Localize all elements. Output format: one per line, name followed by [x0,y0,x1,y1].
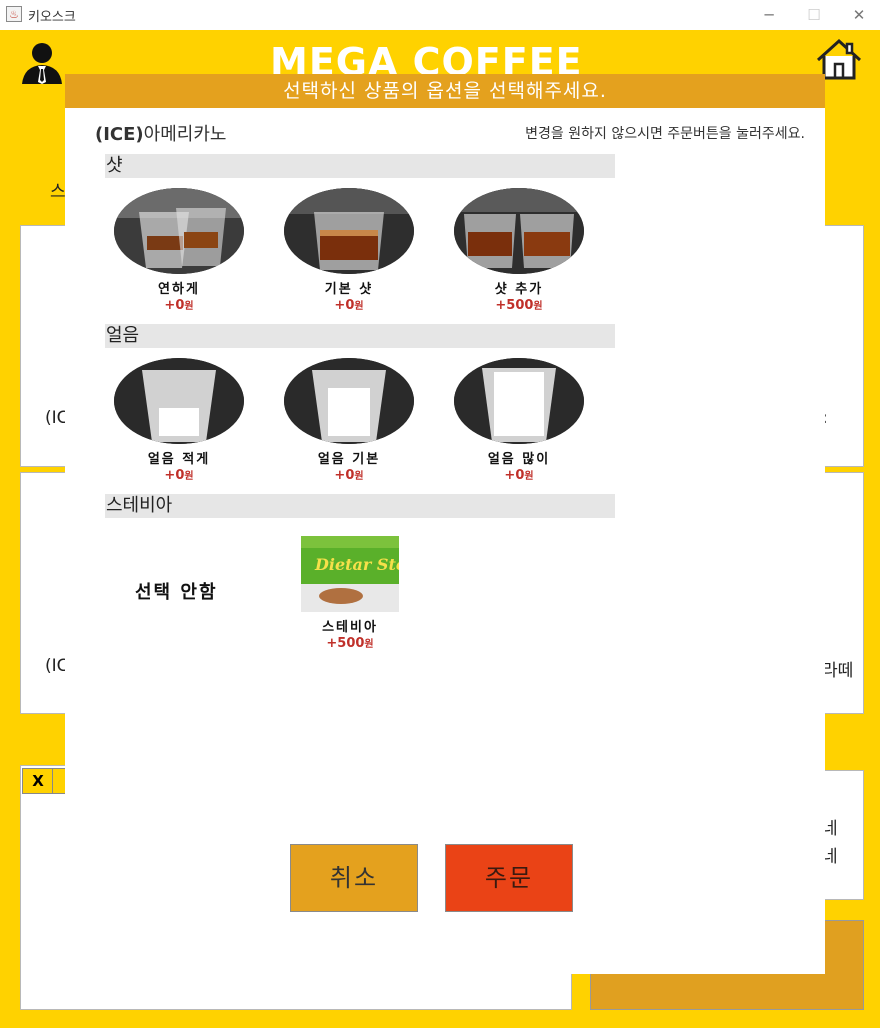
shot-extra-image [454,188,584,274]
shot-default-image [284,188,414,274]
option-label: 얼음 기본 [317,452,381,467]
option-stevia-none[interactable]: 선택 안함 [135,578,218,604]
ice-less-image [114,358,244,444]
section-ice-title: 얼음 [105,324,615,348]
section-shot-title: 샷 [105,154,615,178]
option-shot-default[interactable]: 기본 샷 +0원 [279,188,419,313]
bg-remove-button[interactable]: X [22,768,54,794]
admin-user-icon[interactable] [20,40,64,84]
window-titlebar: ♨ 키오스크 ─ ☐ ✕ [0,0,880,30]
stevia-product-text: Dietar Stevia [314,555,399,574]
option-label: 샷 추가 [494,282,544,297]
option-shot-extra[interactable]: 샷 추가 +500원 [449,188,589,313]
product-title: 아메리카노 [143,124,227,145]
option-ice-default[interactable]: 얼음 기본 +0원 [279,358,419,483]
ice-more-image [454,358,584,444]
option-label: 얼음 적게 [147,452,211,467]
options-dialog: 선택하신 상품의 옵션을 선택해주세요. (ICE)아메리카노 변경을 원하지 … [65,74,825,974]
order-button[interactable]: 주문 [445,844,573,912]
dialog-header: 선택하신 상품의 옵션을 선택해주세요. [65,74,825,108]
cancel-button[interactable]: 취소 [290,844,418,912]
option-label: 얼음 많이 [487,452,551,467]
option-label: 스테비아 [322,620,378,635]
option-label: 기본 샷 [324,282,374,297]
option-stevia[interactable]: Dietar Stevia 스테비아 +500원 [280,536,420,651]
bg-text: 라떼 [822,661,854,681]
bg-text: 스 [50,182,66,202]
window-title: 키오스크 [28,10,76,25]
stevia-product-image: Dietar Stevia [301,536,399,612]
java-app-icon: ♨ [6,6,22,22]
option-price: +0원 [504,468,534,483]
ice-default-image [284,358,414,444]
product-name: (ICE)아메리카노 [95,120,226,146]
option-price: +500원 [495,298,543,313]
option-price: +0원 [164,298,194,313]
section-stevia-title: 스테비아 [105,494,615,518]
hint-text: 변경을 원하지 않으시면 주문버튼을 눌러주세요. [525,126,805,142]
option-price: +0원 [334,468,364,483]
close-button[interactable]: ✕ [844,4,874,26]
option-price: +0원 [334,298,364,313]
shot-light-image [114,188,244,274]
bg-cart-cell [52,768,66,794]
option-ice-more[interactable]: 얼음 많이 +0원 [449,358,589,483]
option-label: 연하게 [158,282,200,297]
minimize-button[interactable]: ─ [754,4,784,26]
option-shot-light[interactable]: 연하게 +0원 [109,188,249,313]
maximize-button[interactable]: ☐ [799,4,829,26]
option-ice-less[interactable]: 얼음 적게 +0원 [109,358,249,483]
option-price: +0원 [164,468,194,483]
option-price: +500원 [326,636,374,651]
product-prefix: (ICE) [95,124,144,145]
